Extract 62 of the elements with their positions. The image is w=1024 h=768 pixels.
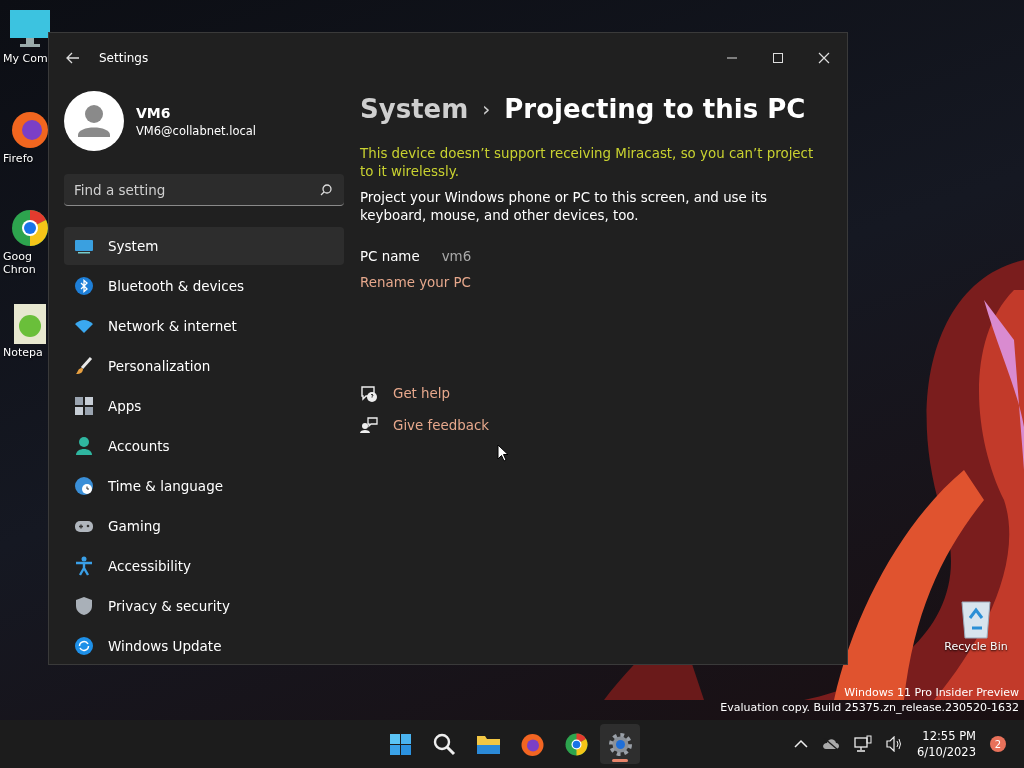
description-text: Project your Windows phone or PC to this screen, and use its keyboard, mouse, and other devices, too. bbox=[360, 189, 769, 225]
start-icon bbox=[387, 731, 413, 757]
breadcrumb-separator: › bbox=[482, 97, 491, 121]
page-title: Projecting to this PC bbox=[504, 94, 806, 124]
build-info-text: Evaluation copy. Build 25375.zn_release.230520-1632 bbox=[720, 700, 1019, 715]
apps-icon bbox=[74, 396, 94, 416]
icon-label: Notepa bbox=[2, 346, 43, 359]
search-icon bbox=[431, 731, 457, 757]
icon-label: Recycle Bin bbox=[944, 640, 1008, 653]
search-icon bbox=[320, 184, 332, 196]
cloud-off-icon[interactable] bbox=[822, 737, 841, 751]
maximize-icon[interactable] bbox=[772, 52, 784, 64]
pc-name-label: PC name bbox=[360, 249, 420, 264]
help-link[interactable]: Get help bbox=[393, 386, 451, 401]
nav-item[interactable]: Apps bbox=[64, 387, 344, 425]
build-info-text: Windows 11 Pro Insider Preview bbox=[843, 685, 1019, 700]
pc-name-value: vm6 bbox=[441, 249, 472, 264]
icon-label: Firefo bbox=[2, 152, 34, 165]
nav-item[interactable]: Network & internet bbox=[64, 307, 344, 345]
icon-label: Goog bbox=[2, 250, 32, 263]
nav-item[interactable]: Gaming bbox=[64, 507, 344, 545]
nav-item[interactable]: Privacy & security bbox=[64, 587, 344, 625]
warning-text: This device doesn’t support receiving Miracast, so you can’t project to it wirelessly. bbox=[360, 145, 815, 181]
bluetooth-icon bbox=[74, 276, 94, 296]
user-email: VM6@collabnet.local bbox=[136, 123, 257, 138]
mouse-cursor-icon bbox=[497, 444, 509, 462]
nav-item[interactable]: Bluetooth & devices bbox=[64, 267, 344, 305]
back-arrow-icon[interactable] bbox=[66, 52, 80, 64]
nav-item[interactable]: Windows Update bbox=[64, 627, 344, 664]
clock-date: 6/10/2023 bbox=[917, 744, 976, 760]
chevron-up-icon[interactable] bbox=[794, 739, 809, 749]
user-name: VM6 bbox=[136, 104, 172, 121]
icon-label: My Com bbox=[2, 52, 48, 65]
breadcrumb-link[interactable]: System bbox=[360, 94, 469, 124]
person-icon bbox=[74, 436, 94, 456]
help-chat-icon bbox=[360, 385, 378, 402]
speaker-icon[interactable] bbox=[886, 736, 904, 752]
avatar-icon bbox=[64, 91, 124, 151]
clock[interactable]: 12:55 PM 6/10/2023 bbox=[917, 728, 976, 760]
nav-item[interactable]: Time & language bbox=[64, 467, 344, 505]
feedback-icon bbox=[360, 417, 378, 434]
running-indicator bbox=[612, 759, 628, 762]
network-wired-icon[interactable] bbox=[854, 735, 873, 753]
close-icon[interactable] bbox=[818, 52, 830, 64]
nav-item[interactable]: System bbox=[64, 227, 344, 265]
rename-link[interactable]: Rename your PC bbox=[360, 275, 471, 290]
clock-globe-icon bbox=[74, 476, 94, 496]
window-title: Settings bbox=[99, 51, 149, 65]
icon-label: Chron bbox=[2, 263, 36, 276]
accessibility-icon bbox=[74, 556, 94, 576]
search-field[interactable]: Find a setting bbox=[64, 174, 344, 206]
brush-icon bbox=[74, 356, 94, 376]
clock-time: 12:55 PM bbox=[921, 728, 976, 744]
help-link[interactable]: Give feedback bbox=[393, 418, 490, 433]
sync-icon bbox=[74, 636, 94, 656]
nav-item[interactable]: Personalization bbox=[64, 347, 344, 385]
nav-item[interactable]: Accessibility bbox=[64, 547, 344, 585]
shield-icon bbox=[74, 596, 94, 616]
gear-icon bbox=[607, 731, 633, 757]
nav-item[interactable]: Accounts bbox=[64, 427, 344, 465]
firefox-browser-icon bbox=[519, 731, 545, 757]
chrome-browser-icon bbox=[563, 731, 589, 757]
